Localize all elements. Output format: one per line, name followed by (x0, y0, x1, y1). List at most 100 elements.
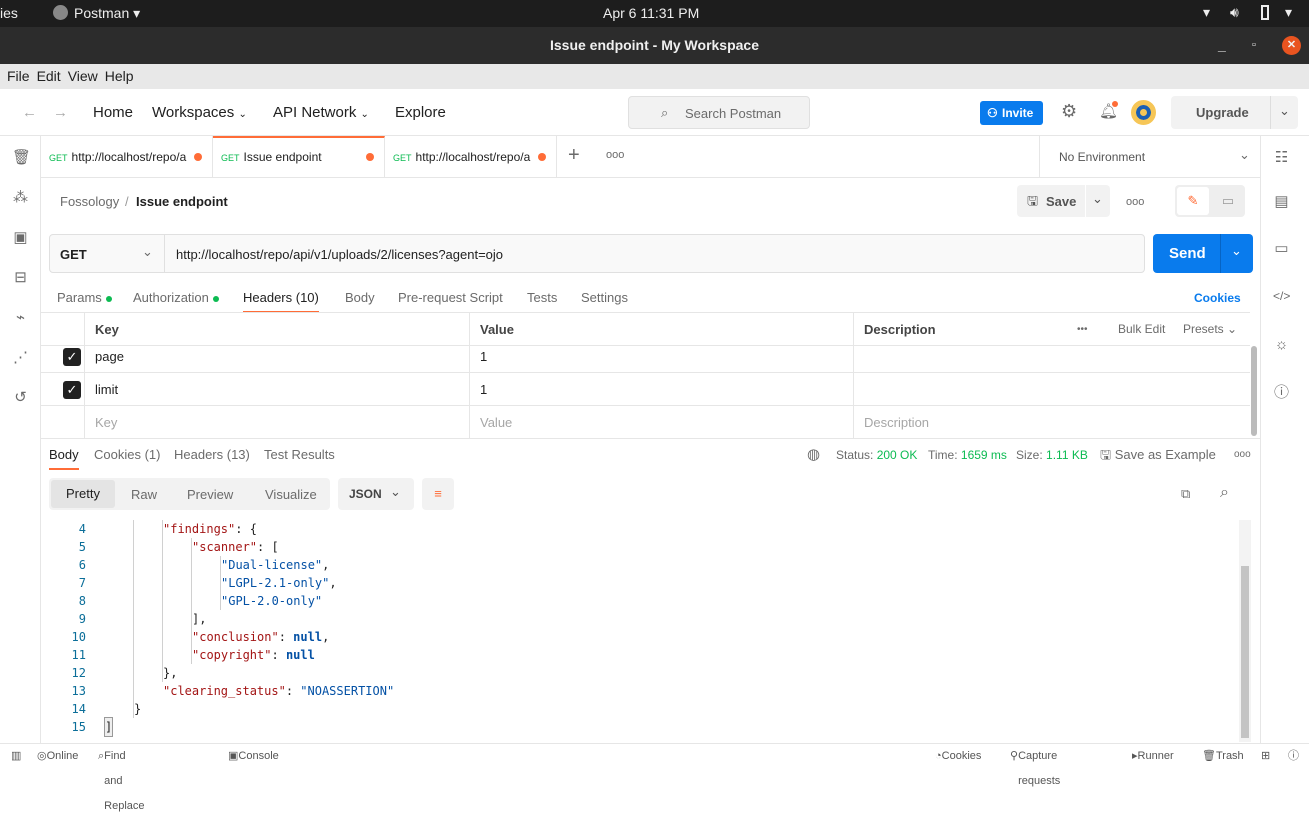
system-menu-chevron-icon[interactable]: ▾ (1285, 4, 1292, 21)
nav-home[interactable]: Home (93, 89, 133, 136)
search-icon[interactable]: ⌕ (1220, 484, 1229, 502)
cookies-button[interactable]: ◔ Cookies (935, 744, 981, 769)
response-body-code[interactable]: 4 "findings": {5 "scanner": [6 "Dual-licens… (41, 520, 1239, 742)
help-icon[interactable]: ⓘ (1288, 744, 1299, 769)
runner-button[interactable]: ▸ Runner (1132, 744, 1174, 769)
tab-request-1[interactable]: GET http://localhost/repo/a (41, 136, 213, 178)
save-example-button[interactable]: 🖫 Save as Example (1100, 446, 1216, 468)
forward-arrow-icon[interactable]: → (53, 89, 68, 136)
more-options-icon[interactable]: ooo (1126, 196, 1144, 208)
response-tab-headers[interactable]: Headers (13) (174, 447, 250, 462)
environments-icon[interactable]: ▣ (12, 229, 29, 246)
tab-pre-request-script[interactable]: Pre-request Script (398, 285, 503, 311)
breadcrumb-current[interactable]: Issue endpoint (136, 194, 228, 209)
send-dropdown-chevron-icon[interactable]: ⌄ (1231, 243, 1242, 259)
response-scrollbar[interactable] (1239, 520, 1251, 742)
invite-button[interactable]: ⚇ Invite (980, 101, 1043, 125)
new-tab-plus-icon[interactable]: + (568, 144, 580, 167)
environment-quick-look-icon[interactable]: ☷ (1273, 149, 1290, 166)
header-value-cell[interactable]: 1 (470, 373, 854, 406)
header-value-cell[interactable]: 1 (470, 340, 854, 373)
back-arrow-icon[interactable]: ← (22, 89, 37, 136)
scrollbar-thumb[interactable] (1241, 566, 1249, 738)
header-key-cell[interactable]: limit (85, 373, 470, 406)
volume-icon[interactable]: 🔊︎ (1230, 4, 1239, 21)
tab-authorization[interactable]: Authorization (133, 285, 219, 311)
menu-file[interactable]: File (7, 64, 30, 89)
row-checkbox[interactable]: ✓ (63, 348, 81, 366)
chevron-down-icon[interactable]: ⌄ (1279, 103, 1290, 119)
header-description-cell[interactable] (854, 373, 1250, 406)
lightbulb-icon[interactable]: ☼ (1273, 336, 1290, 353)
find-replace-button[interactable]: ⌕ Find and Replace (98, 744, 145, 812)
documentation-icon[interactable]: ▤ (1273, 193, 1290, 210)
tab-headers[interactable]: Headers (10) (243, 285, 319, 313)
response-tab-test-results[interactable]: Test Results (264, 447, 335, 462)
maximize-button[interactable]: ▫ (1252, 27, 1256, 64)
save-dropdown-chevron-icon[interactable]: ⌄ (1092, 191, 1103, 207)
flows-icon[interactable]: ⋰ (12, 349, 29, 366)
format-select[interactable]: JSON ⌄ (338, 478, 414, 510)
view-raw[interactable]: Raw (131, 487, 157, 502)
comments-icon[interactable]: ▭ (1213, 187, 1243, 215)
monitors-icon[interactable]: ⌁ (12, 309, 29, 326)
environment-selector[interactable]: No Environment ⌄ (1039, 136, 1260, 178)
activities-button[interactable]: ies (0, 5, 18, 21)
tab-body[interactable]: Body (345, 285, 375, 311)
new-header-key-input[interactable]: Key (85, 406, 470, 439)
tab-request-3[interactable]: GET http://localhost/repo/a (385, 136, 557, 178)
tab-settings[interactable]: Settings (581, 285, 628, 311)
tab-issue-endpoint[interactable]: GET Issue endpoint (213, 136, 385, 178)
mock-servers-icon[interactable]: ⊟ (12, 269, 29, 286)
row-checkbox[interactable]: ✓ (63, 381, 81, 399)
settings-gear-icon[interactable]: ⚙ (1061, 101, 1077, 122)
header-key-cell[interactable]: page (85, 340, 470, 373)
collections-icon[interactable]: 🗑︎ (12, 149, 31, 166)
header-description-cell[interactable] (854, 340, 1250, 373)
save-button[interactable]: 🖫 Save ⌄ (1017, 185, 1110, 217)
nav-workspaces[interactable]: Workspaces ⌄ (152, 89, 247, 138)
close-button[interactable]: ✕ (1282, 36, 1301, 55)
edit-pencil-icon[interactable]: ✎ (1177, 187, 1209, 215)
wifi-icon[interactable]: ▾ (1203, 4, 1210, 21)
view-pretty[interactable]: Pretty (51, 480, 115, 508)
two-pane-icon[interactable]: ⊞ (1261, 744, 1270, 769)
breadcrumb-parent[interactable]: Fossology (60, 194, 119, 209)
clock[interactable]: Apr 6 11:31 PM (603, 5, 699, 21)
more-options-icon[interactable]: ooo (1234, 449, 1251, 460)
wrap-lines-icon[interactable]: ≡ (422, 478, 454, 510)
app-menu[interactable]: Postman ▾ (74, 5, 140, 22)
apis-icon[interactable]: ⁂ (12, 189, 29, 206)
copy-icon[interactable]: ⧉ (1181, 486, 1190, 502)
nav-api-network[interactable]: API Network ⌄ (273, 89, 369, 138)
toggle-sidebar-icon[interactable]: ▥ (11, 744, 21, 769)
send-button[interactable]: Send ⌄ (1153, 234, 1253, 273)
online-status[interactable]: ◎ Online (37, 744, 78, 769)
view-visualize[interactable]: Visualize (265, 487, 317, 502)
headers-scrollbar[interactable] (1251, 346, 1257, 436)
cookies-link[interactable]: Cookies (1194, 285, 1241, 311)
view-preview[interactable]: Preview (187, 487, 233, 502)
comments-icon[interactable]: ▭ (1273, 240, 1290, 257)
new-header-value-input[interactable]: Value (470, 406, 854, 439)
menu-help[interactable]: Help (105, 64, 134, 89)
new-header-description-input[interactable]: Description (854, 406, 1250, 439)
tab-tests[interactable]: Tests (527, 285, 557, 311)
console-button[interactable]: ▣ Console (228, 744, 279, 769)
avatar[interactable] (1131, 100, 1156, 125)
tab-options-more-icon[interactable]: ooo (606, 149, 624, 161)
info-icon[interactable]: ⓘ (1273, 384, 1290, 401)
trash-button[interactable]: 🗑︎ Trash (1202, 744, 1244, 769)
response-size[interactable]: Size: 1.11 KB (1016, 448, 1088, 462)
history-icon[interactable]: ↺ (12, 389, 29, 406)
response-time[interactable]: Time: 1659 ms (928, 448, 1007, 462)
search-input[interactable]: ⌕ Search Postman (628, 96, 810, 129)
battery-icon[interactable] (1261, 5, 1269, 20)
upgrade-button[interactable]: Upgrade ⌄ (1171, 96, 1298, 129)
response-tab-body[interactable]: Body (49, 447, 79, 470)
code-icon[interactable]: </> (1273, 288, 1290, 305)
method-select[interactable]: GET ⌄ (50, 235, 165, 272)
tab-params[interactable]: Params (57, 285, 112, 311)
minimize-button[interactable]: _ (1218, 27, 1226, 64)
globe-icon[interactable]: ◍ (807, 445, 820, 463)
